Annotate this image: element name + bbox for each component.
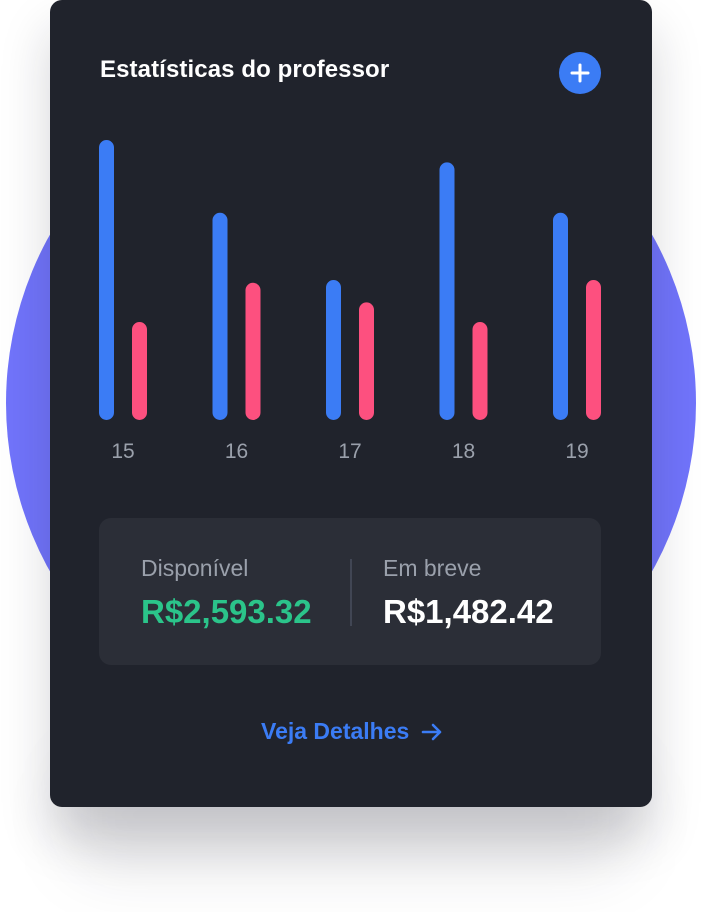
bar-chart: 15 16 17 18 19 [99, 140, 601, 463]
balance-summary: Disponível R$2,593.32 Em breve R$1,482.4… [99, 518, 601, 665]
x-tick-label: 17 [338, 440, 361, 463]
available-label: Disponível [141, 555, 249, 581]
stats-divider [350, 559, 352, 626]
available-value: R$2,593.32 [141, 593, 312, 630]
x-tick-label: 19 [565, 440, 588, 463]
bar-17-series-1 [326, 280, 341, 420]
stage: Estatísticas do professor 15 16 17 18 19 Dis… [0, 0, 702, 912]
bar-15-series-2 [132, 322, 147, 420]
bar-19-series-2 [586, 280, 601, 420]
see-details-link[interactable]: Veja Detalhes [261, 718, 443, 745]
bar-16-series-2 [245, 282, 261, 420]
bar-18-series-2 [472, 322, 488, 420]
bar-16-series-1 [212, 212, 228, 420]
bar-15-series-1 [99, 140, 114, 420]
x-tick-label: 18 [452, 440, 475, 463]
upcoming-stat: Em breve R$1,482.42 [383, 554, 554, 630]
see-details-label: Veja Detalhes [261, 718, 410, 744]
x-tick-label: 16 [225, 440, 248, 463]
bar-17-series-2 [359, 302, 374, 420]
bar-18-series-1 [439, 162, 455, 420]
arrow-right-icon [422, 723, 442, 740]
teacher-stats-card: Estatísticas do professor 15 16 17 18 19 Dis… [50, 0, 652, 807]
upcoming-label: Em breve [383, 555, 482, 581]
upcoming-value: R$1,482.42 [383, 593, 554, 630]
x-tick-label: 15 [111, 440, 134, 463]
bar-19-series-1 [553, 212, 568, 420]
available-stat: Disponível R$2,593.32 [141, 554, 312, 630]
